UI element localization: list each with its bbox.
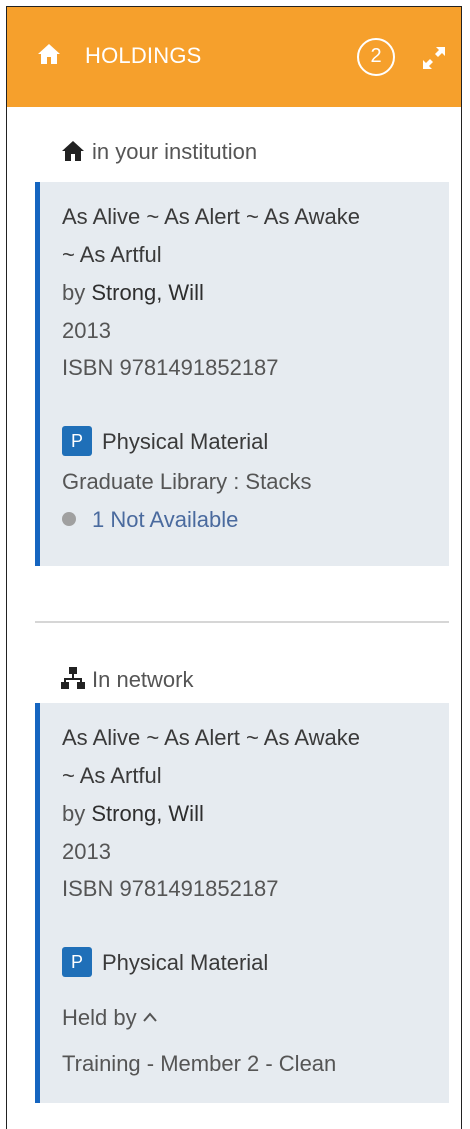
- record-title[interactable]: As Alive ~ As Alert ~ As Awake: [62, 204, 360, 230]
- section-label-text: In network: [92, 667, 194, 692]
- record-year: 2013: [62, 839, 111, 864]
- holdings-count-badge: 2: [357, 38, 395, 76]
- material-type: P Physical Material: [62, 426, 268, 456]
- expand-icon[interactable]: [421, 45, 447, 76]
- section-label-institution: in your institution: [60, 139, 257, 165]
- record-author: by Strong, Will: [62, 801, 204, 827]
- record-title[interactable]: As Alive ~ As Alert ~ As Awake: [62, 725, 360, 751]
- holding-card-institution[interactable]: As Alive ~ As Alert ~ As Awake ~ As Artf…: [35, 182, 449, 566]
- held-by-toggle[interactable]: Held by: [62, 1005, 157, 1031]
- home-icon: [62, 141, 84, 161]
- availability-status[interactable]: 1 Not Available: [62, 507, 238, 533]
- network-icon: [61, 667, 85, 689]
- holdings-header: HOLDINGS 2: [7, 7, 461, 107]
- chevron-up-icon[interactable]: [142, 1012, 157, 1022]
- section-label-network: In network: [60, 666, 194, 693]
- material-label: Physical Material: [102, 950, 269, 975]
- record-author: by Strong, Will: [62, 280, 204, 306]
- record-title-continued[interactable]: ~ As Artful: [62, 242, 162, 268]
- author-name: Strong, Will: [91, 801, 204, 826]
- record-isbn: ISBN 9781491852187: [62, 355, 279, 380]
- record-isbn: ISBN 9781491852187: [62, 876, 279, 901]
- material-label: Physical Material: [102, 429, 269, 454]
- record-year: 2013: [62, 318, 111, 343]
- holdings-panel: HOLDINGS 2 in your institution As Alive …: [6, 6, 462, 1129]
- holdings-title: HOLDINGS: [85, 43, 202, 68]
- home-icon[interactable]: [37, 43, 61, 70]
- status-dot-icon: [62, 512, 76, 526]
- availability-text[interactable]: 1 Not Available: [92, 507, 238, 532]
- physical-badge: P: [62, 947, 92, 977]
- by-prefix: by: [62, 280, 86, 305]
- author-name: Strong, Will: [91, 280, 204, 305]
- by-prefix: by: [62, 801, 86, 826]
- section-divider: [35, 621, 449, 623]
- section-label-text: in your institution: [92, 139, 258, 164]
- location-label: Graduate Library : Stacks: [62, 469, 312, 494]
- material-type: P Physical Material: [62, 947, 268, 977]
- holding-card-network[interactable]: As Alive ~ As Alert ~ As Awake ~ As Artf…: [35, 703, 449, 1103]
- physical-badge: P: [62, 426, 92, 456]
- record-title-continued[interactable]: ~ As Artful: [62, 763, 162, 789]
- held-by-label[interactable]: Held by: [62, 1005, 137, 1030]
- network-member[interactable]: Training - Member 2 - Clean: [62, 1051, 336, 1077]
